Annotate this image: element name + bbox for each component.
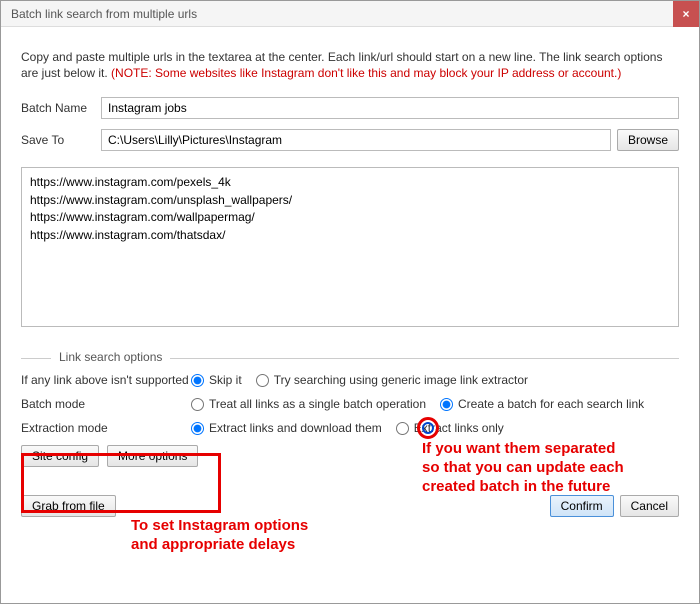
instructions-note: (NOTE: Some websites like Instagram don'…: [111, 66, 621, 80]
browse-button[interactable]: Browse: [617, 129, 679, 151]
radio-batch-per-link[interactable]: Create a batch for each search link: [440, 397, 644, 411]
radio-generic-extractor-input[interactable]: [256, 374, 269, 387]
opt-batch-mode-label: Batch mode: [21, 397, 191, 411]
opt-extraction-mode-row: Extraction mode Extract links and downlo…: [21, 421, 679, 435]
inline-buttons: Site config More options: [21, 445, 679, 467]
radio-extract-download[interactable]: Extract links and download them: [191, 421, 382, 435]
cancel-button[interactable]: Cancel: [620, 495, 679, 517]
annotation-text-2-line-2: and appropriate delays: [131, 536, 371, 555]
footer: Grab from file Confirm Cancel: [21, 495, 679, 517]
dialog-content: Copy and paste multiple urls in the text…: [1, 27, 699, 531]
opt-unsupported-row: If any link above isn't supported Skip i…: [21, 373, 679, 387]
radio-single-batch-input[interactable]: [191, 398, 204, 411]
instructions: Copy and paste multiple urls in the text…: [21, 49, 679, 81]
link-search-options: Link search options If any link above is…: [21, 348, 679, 467]
radio-batch-per-link-input[interactable]: [440, 398, 453, 411]
titlebar: Batch link search from multiple urls ×: [1, 1, 699, 27]
radio-extract-download-label: Extract links and download them: [209, 421, 382, 435]
close-icon: ×: [682, 7, 689, 21]
opt-extraction-mode-label: Extraction mode: [21, 421, 191, 435]
site-config-button[interactable]: Site config: [21, 445, 99, 467]
link-search-options-legend: Link search options: [51, 350, 170, 364]
footer-right: Confirm Cancel: [550, 495, 679, 517]
radio-skip-it-label: Skip it: [209, 373, 242, 387]
radio-extract-only-label: Extract links only: [414, 421, 504, 435]
batch-name-label: Batch Name: [21, 101, 101, 115]
radio-skip-it-input[interactable]: [191, 374, 204, 387]
radio-single-batch[interactable]: Treat all links as a single batch operat…: [191, 397, 426, 411]
opt-batch-mode-row: Batch mode Treat all links as a single b…: [21, 397, 679, 411]
radio-extract-only-input[interactable]: [396, 422, 409, 435]
grab-from-file-button[interactable]: Grab from file: [21, 495, 116, 517]
radio-extract-download-input[interactable]: [191, 422, 204, 435]
radio-batch-per-link-label: Create a batch for each search link: [458, 397, 644, 411]
save-to-row: Save To Browse: [21, 129, 679, 151]
confirm-button[interactable]: Confirm: [550, 495, 614, 517]
batch-name-row: Batch Name: [21, 97, 679, 119]
radio-generic-extractor[interactable]: Try searching using generic image link e…: [256, 373, 528, 387]
radio-generic-extractor-label: Try searching using generic image link e…: [274, 373, 528, 387]
opt-unsupported-label: If any link above isn't supported: [21, 373, 191, 387]
radio-skip-it[interactable]: Skip it: [191, 373, 242, 387]
urls-textarea[interactable]: [21, 167, 679, 327]
save-to-input[interactable]: [101, 129, 611, 151]
window-title: Batch link search from multiple urls: [11, 7, 197, 21]
radio-extract-only[interactable]: Extract links only: [396, 421, 504, 435]
close-button[interactable]: ×: [673, 1, 699, 27]
radio-single-batch-label: Treat all links as a single batch operat…: [209, 397, 426, 411]
batch-name-input[interactable]: [101, 97, 679, 119]
save-to-label: Save To: [21, 133, 101, 147]
more-options-button[interactable]: More options: [107, 445, 198, 467]
